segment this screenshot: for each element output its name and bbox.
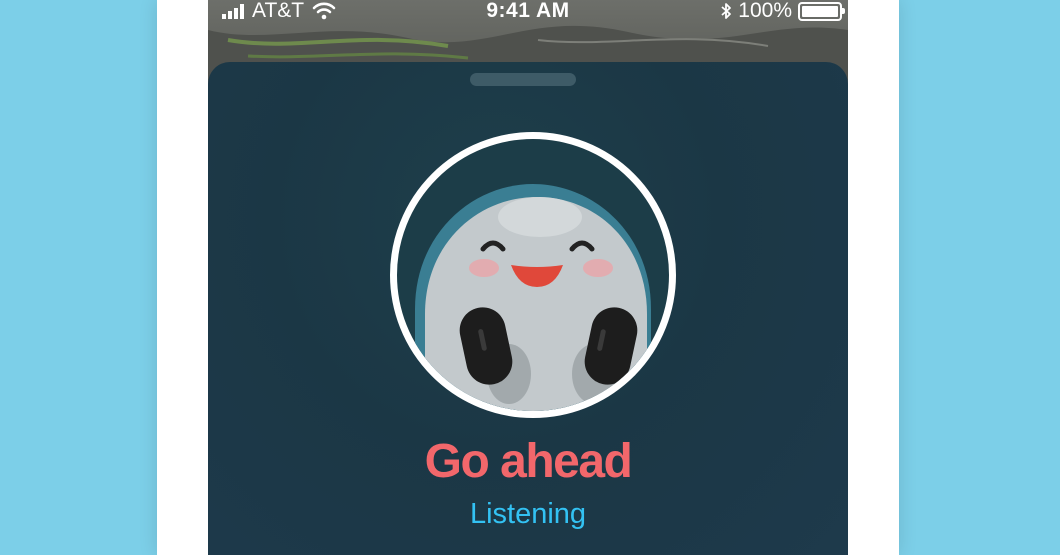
status-bar: AT&T 9:41 AM 100% — [208, 0, 848, 22]
listening-status: Listening — [469, 498, 587, 530]
prompt-title: Go ahead — [424, 435, 633, 488]
phone-screen: AT&T 9:41 AM 100% Go ahead Listening — [208, 0, 848, 555]
battery-percent: 100% — [738, 0, 792, 22]
battery-icon — [798, 1, 845, 21]
voice-command-sheet: Go ahead Listening — [208, 62, 848, 555]
waze-mascot-avatar — [390, 132, 676, 418]
sheet-grabber-handle[interactable] — [470, 73, 576, 86]
bluetooth-icon — [721, 3, 732, 19]
